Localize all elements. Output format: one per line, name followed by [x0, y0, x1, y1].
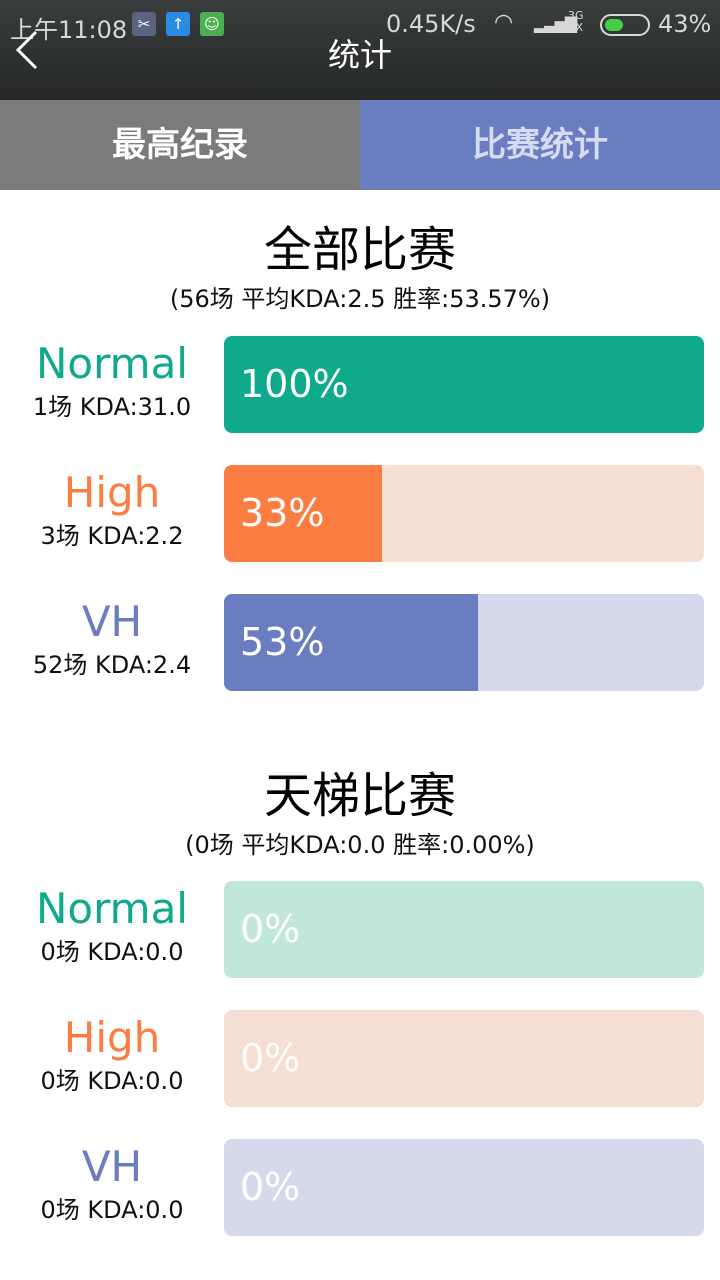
win-rate-bar: 0%: [224, 881, 704, 978]
row-label: Normal 0场 KDA:0.0: [0, 881, 224, 967]
section-title: 全部比赛: [263, 222, 456, 278]
row-label: VH 52场 KDA:2.4: [0, 594, 224, 680]
win-rate-label: 53%: [240, 620, 325, 664]
stat-row-normal: Normal 1场 KDA:31.0 100%: [0, 336, 720, 433]
top-bar: 上午11:08 ✂ ↑ ☺ 0.45K/s ◠ ▂▃▅▇ 3G 1X 43% 统…: [0, 0, 720, 100]
win-rate-bar: 0%: [224, 1139, 704, 1236]
difficulty-name: Normal: [36, 884, 188, 933]
difficulty-name: Normal: [36, 339, 188, 388]
difficulty-meta: 3场 KDA:2.2: [40, 522, 184, 550]
stat-row-normal: Normal 0场 KDA:0.0 0%: [0, 881, 720, 978]
win-rate-label: 100%: [240, 362, 349, 406]
win-rate-label: 33%: [240, 491, 325, 535]
stat-row-vh: VH 0场 KDA:0.0 0%: [0, 1139, 720, 1236]
win-rate-label: 0%: [240, 1165, 301, 1209]
win-rate-bar: 0%: [224, 1010, 704, 1107]
difficulty-name: High: [63, 1013, 161, 1062]
difficulty-meta: 0场 KDA:0.0: [40, 938, 184, 966]
tab-match-stats[interactable]: 比赛统计: [360, 100, 720, 190]
row-label: VH 0场 KDA:0.0: [0, 1139, 224, 1225]
difficulty-name: VH: [81, 1142, 143, 1191]
win-rate-bar: 53%: [224, 594, 704, 691]
difficulty-name: VH: [81, 597, 143, 646]
difficulty-meta: 52场 KDA:2.4: [32, 651, 192, 679]
difficulty-meta: 0场 KDA:0.0: [40, 1196, 184, 1224]
difficulty-meta: 0场 KDA:0.0: [40, 1067, 184, 1095]
section-ladder-matches: 天梯比赛 (0场 平均KDA:0.0 胜率:0.00%): [0, 764, 720, 862]
difficulty-name: High: [63, 468, 161, 517]
row-label: High 0场 KDA:0.0: [0, 1010, 224, 1096]
section-title: 天梯比赛: [263, 768, 456, 824]
stat-row-high: High 0场 KDA:0.0 0%: [0, 1010, 720, 1107]
win-rate-bar: 33%: [224, 465, 704, 562]
section-all-matches: 全部比赛 (56场 平均KDA:2.5 胜率:53.57%): [0, 218, 720, 316]
tab-records[interactable]: 最高纪录: [0, 100, 360, 190]
win-rate-label: 0%: [240, 1036, 301, 1080]
row-label: Normal 1场 KDA:31.0: [0, 336, 224, 422]
page-title: 统计: [327, 36, 392, 74]
section-subtitle: (56场 平均KDA:2.5 胜率:53.57%): [169, 285, 551, 313]
win-rate-label: 0%: [240, 907, 301, 951]
difficulty-meta: 1场 KDA:31.0: [32, 393, 192, 421]
section-subtitle: (0场 平均KDA:0.0 胜率:0.00%): [185, 831, 535, 859]
stat-row-high: High 3场 KDA:2.2 33%: [0, 465, 720, 562]
row-label: High 3场 KDA:2.2: [0, 465, 224, 551]
stat-row-vh: VH 52场 KDA:2.4 53%: [0, 594, 720, 691]
win-rate-bar: 100%: [224, 336, 704, 433]
